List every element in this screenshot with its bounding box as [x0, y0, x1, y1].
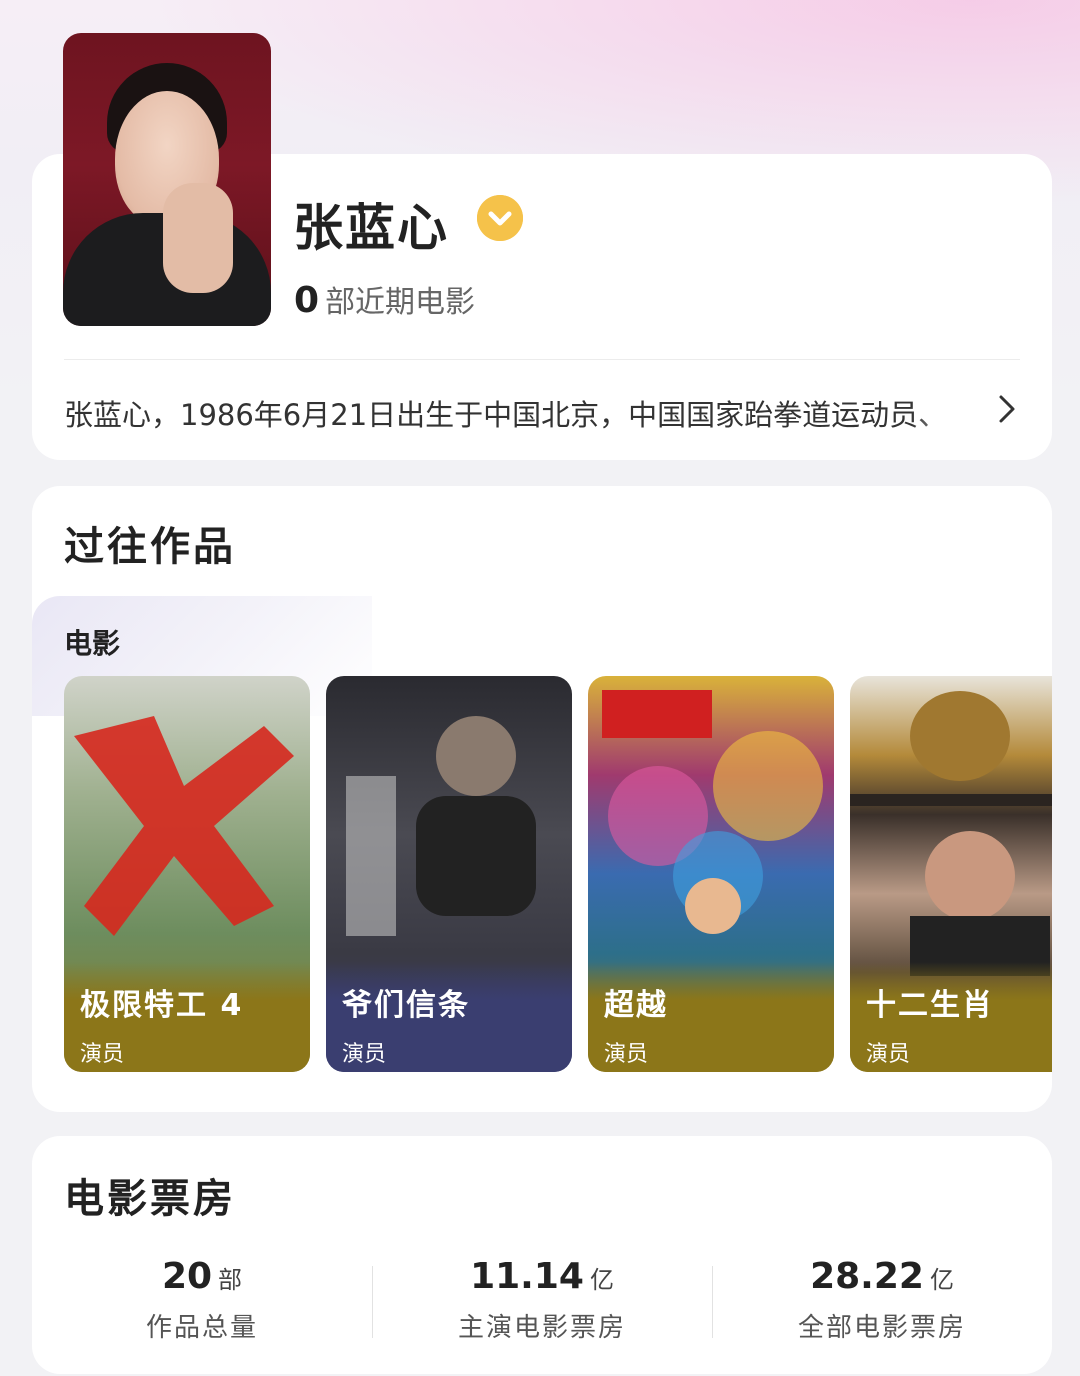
movie-role: 演员: [342, 1042, 387, 1067]
past-works-card: 过往作品 电影 极限特工 4 演员 爷们信条 演员 超越 演员 十二生肖 演员: [32, 486, 1052, 1112]
stat-label: 全部电影票房: [797, 1313, 966, 1343]
movie-role: 演员: [866, 1042, 911, 1067]
avatar[interactable]: [63, 33, 271, 326]
movie-title: 爷们信条: [342, 988, 470, 1023]
movie-card-meta: 极限特工 4 演员: [64, 962, 310, 1072]
stat-lead-box-office: 11.14 亿 主演电影票房: [372, 1256, 712, 1344]
movie-title: 超越: [604, 988, 668, 1023]
recent-count-number: 0: [294, 280, 320, 321]
chevron-right-icon[interactable]: [996, 392, 1018, 434]
tab-movies[interactable]: 电影: [64, 622, 120, 662]
stat-total-box-office: 28.22 亿 全部电影票房: [712, 1256, 1052, 1344]
movie-role: 演员: [80, 1042, 125, 1067]
movie-role: 演员: [604, 1042, 649, 1067]
avatar-hand: [163, 183, 233, 293]
movie-card-meta: 超越 演员: [588, 962, 834, 1072]
box-office-card: 电影票房 20 部 作品总量 11.14 亿 主演电影票房 28.22 亿 全部电影票…: [32, 1136, 1052, 1374]
bio-text[interactable]: 张蓝心，1986年6月21日出生于中国北京，中国国家跆拳道运动员、: [64, 392, 984, 434]
celebrity-name: 张蓝心: [293, 199, 449, 257]
stat-label: 主演电影票房: [457, 1313, 626, 1343]
movie-title: 极限特工 4: [80, 988, 244, 1023]
stat-unit: 部: [218, 1266, 243, 1294]
stat-value: 28.22: [810, 1256, 924, 1297]
box-office-title: 电影票房: [64, 1176, 236, 1222]
verified-badge-icon: [477, 195, 523, 241]
movie-title: 十二生肖: [866, 988, 994, 1023]
profile-divider: [64, 359, 1020, 360]
movie-card-chaoyue[interactable]: 超越 演员: [588, 676, 834, 1072]
movie-card-yemen-xintiao[interactable]: 爷们信条 演员: [326, 676, 572, 1072]
stat-value: 11.14: [470, 1256, 584, 1297]
recent-count-label: 部近期电影: [325, 285, 476, 320]
movie-card-meta: 爷们信条 演员: [326, 962, 572, 1072]
stat-unit: 亿: [929, 1266, 954, 1294]
recent-movies-count[interactable]: 0 部近期电影: [294, 277, 475, 321]
stat-unit: 亿: [589, 1266, 614, 1294]
stat-total-works: 20 部 作品总量: [32, 1256, 372, 1344]
past-works-title: 过往作品: [64, 524, 236, 570]
stat-value: 20: [161, 1256, 213, 1297]
movie-card-chinese-zodiac[interactable]: 十二生肖 演员: [850, 676, 1052, 1072]
stat-label: 作品总量: [145, 1313, 258, 1343]
movie-card-meta: 十二生肖 演员: [850, 962, 1052, 1072]
movie-card-xxx[interactable]: 极限特工 4 演员: [64, 676, 310, 1072]
